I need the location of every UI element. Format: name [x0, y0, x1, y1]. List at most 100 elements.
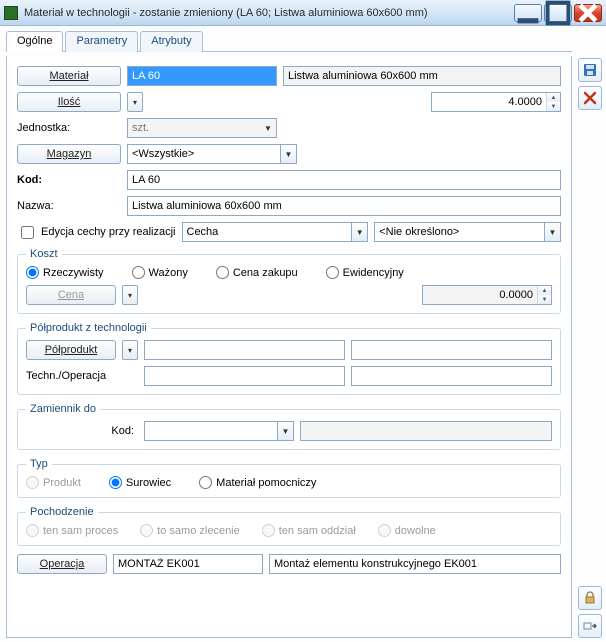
close-button[interactable] — [574, 4, 602, 22]
warehouse-combo[interactable]: <Wszystkie> ▼ — [127, 144, 297, 164]
cost-real-radio[interactable]: Rzeczywisty — [26, 266, 104, 279]
origin-legend: Pochodzenie — [26, 506, 98, 518]
warehouse-value: <Wszystkie> — [128, 148, 280, 160]
group-cost: Koszt Rzeczywisty Ważony Cena zakupu Ewi… — [17, 248, 561, 314]
price-button[interactable]: Cena — [26, 285, 116, 305]
qty-up-icon[interactable]: ▲ — [547, 93, 560, 102]
row-edit-attr: Edycja cechy przy realizacji Cecha ▼ <Ni… — [17, 222, 561, 242]
type-raw-radio[interactable]: Surowiec — [109, 476, 171, 489]
cost-type-row: Rzeczywisty Ważony Cena zakupu Ewidencyj… — [26, 266, 552, 279]
group-substitute: Zamiennik do Kod: ▼ — [17, 403, 561, 450]
semi-row1: Półprodukt ▾ — [26, 340, 552, 360]
semi-name-input[interactable] — [351, 340, 552, 360]
name-input[interactable] — [127, 196, 561, 216]
chevron-down-icon[interactable]: ▼ — [277, 422, 293, 440]
row-unit: Jednostka: szt. ▼ — [17, 118, 561, 138]
minimize-button[interactable] — [514, 4, 542, 22]
tab-params[interactable]: Parametry — [65, 31, 138, 52]
row-quantity: Ilość ▾ 4.0000 ▲ ▼ — [17, 92, 561, 112]
qty-dropdown-toggle[interactable]: ▾ — [127, 92, 143, 112]
edit-attr-label: Edycja cechy przy realizacji — [41, 226, 176, 238]
chevron-down-icon: ▼ — [260, 119, 276, 137]
attr-kind-value: Cecha — [183, 226, 352, 238]
material-code-input[interactable] — [127, 66, 277, 86]
operation-button[interactable]: Operacja — [17, 554, 107, 574]
lock-button[interactable] — [578, 586, 602, 610]
subst-name-input — [300, 421, 552, 441]
attr-value-combo[interactable]: <Nie określono> ▼ — [374, 222, 561, 242]
type-row: Produkt Surowiec Materiał pomocniczy — [26, 476, 552, 489]
techop-label: Techn./Operacja — [26, 370, 138, 382]
group-type: Typ Produkt Surowiec Materiał pomocniczy — [17, 458, 561, 498]
attr-value-text: <Nie określono> — [375, 226, 544, 238]
chevron-down-icon[interactable]: ▼ — [280, 145, 296, 163]
app-window: Materiał w technologii - zostanie zmieni… — [0, 0, 606, 642]
semi-row2: Techn./Operacja — [26, 366, 552, 386]
warehouse-button[interactable]: Magazyn — [17, 144, 121, 164]
origin-same-order-radio: to samo zlecenie — [140, 524, 240, 537]
cost-purchase-radio[interactable]: Cena zakupu — [216, 266, 298, 279]
save-icon — [582, 62, 598, 78]
cost-value: 0.0000 — [423, 289, 537, 301]
window-controls — [514, 4, 602, 22]
price-dropdown-toggle[interactable]: ▾ — [122, 285, 138, 305]
type-legend: Typ — [26, 458, 52, 470]
semi-button[interactable]: Półprodukt — [26, 340, 116, 360]
tab-general[interactable]: Ogólne — [6, 31, 63, 52]
origin-row: ten sam proces to samo zlecenie ten sam … — [26, 524, 552, 537]
row-code: Kod: — [17, 170, 561, 190]
tab-attrs[interactable]: Atrybuty — [140, 31, 202, 52]
row-material: Materiał — [17, 66, 561, 86]
maximize-button[interactable] — [544, 4, 572, 22]
qty-spinner[interactable]: 4.0000 ▲ ▼ — [431, 92, 561, 112]
unit-value: szt. — [128, 122, 260, 134]
arrow-right-icon — [582, 618, 598, 634]
subst-code-combo[interactable]: ▼ — [144, 421, 294, 441]
unit-combo: szt. ▼ — [127, 118, 277, 138]
op-input[interactable] — [351, 366, 552, 386]
origin-same-dept-radio: ten sam oddział — [262, 524, 356, 537]
semi-code-input[interactable] — [144, 340, 345, 360]
name-label: Nazwa: — [17, 200, 121, 212]
app-icon — [4, 6, 18, 20]
subst-code-label: Kod: — [26, 425, 138, 437]
type-aux-radio[interactable]: Materiał pomocniczy — [199, 476, 316, 489]
chevron-down-icon[interactable]: ▼ — [544, 223, 560, 241]
qty-button[interactable]: Ilość — [17, 92, 121, 112]
close-icon — [582, 90, 598, 106]
code-label: Kod: — [17, 174, 121, 186]
cancel-button[interactable] — [578, 86, 602, 110]
row-name: Nazwa: — [17, 196, 561, 216]
cost-spinner: 0.0000 ▲ ▼ — [422, 285, 552, 305]
subst-legend: Zamiennik do — [26, 403, 100, 415]
origin-any-radio: dowolne — [378, 524, 436, 537]
panel-general: Materiał Ilość ▾ 4.0000 ▲ ▼ — [6, 56, 572, 638]
qty-down-icon[interactable]: ▼ — [547, 102, 560, 111]
code-input[interactable] — [127, 170, 561, 190]
chevron-down-icon[interactable]: ▼ — [351, 223, 367, 241]
operation-name-input[interactable] — [269, 554, 561, 574]
tech-input[interactable] — [144, 366, 345, 386]
origin-same-proc-radio: ten sam proces — [26, 524, 118, 537]
cost-up-icon: ▲ — [538, 286, 551, 295]
cost-evidence-radio[interactable]: Ewidencyjny — [326, 266, 404, 279]
subst-row: Kod: ▼ — [26, 421, 552, 441]
titlebar: Materiał w technologii - zostanie zmieni… — [0, 0, 606, 26]
cost-value-row: Cena ▾ 0.0000 ▲ ▼ — [26, 285, 552, 305]
qty-value[interactable]: 4.0000 — [432, 96, 546, 108]
cost-weighted-radio[interactable]: Ważony — [132, 266, 188, 279]
side-toolbar — [576, 26, 606, 642]
body: Ogólne Parametry Atrybuty Materiał Ilość… — [0, 26, 606, 642]
material-desc-input — [283, 66, 561, 86]
operation-code-input[interactable] — [113, 554, 263, 574]
save-button[interactable] — [578, 58, 602, 82]
edit-attr-checkbox[interactable]: Edycja cechy przy realizacji — [17, 223, 176, 242]
semi-dropdown-toggle[interactable]: ▾ — [122, 340, 138, 360]
tab-bar: Ogólne Parametry Atrybuty — [6, 30, 572, 52]
attr-kind-combo[interactable]: Cecha ▼ — [182, 222, 369, 242]
group-origin: Pochodzenie ten sam proces to samo zlece… — [17, 506, 561, 546]
edit-attr-check-input[interactable] — [21, 226, 34, 239]
cost-legend: Koszt — [26, 248, 62, 260]
expand-button[interactable] — [578, 614, 602, 638]
material-button[interactable]: Materiał — [17, 66, 121, 86]
